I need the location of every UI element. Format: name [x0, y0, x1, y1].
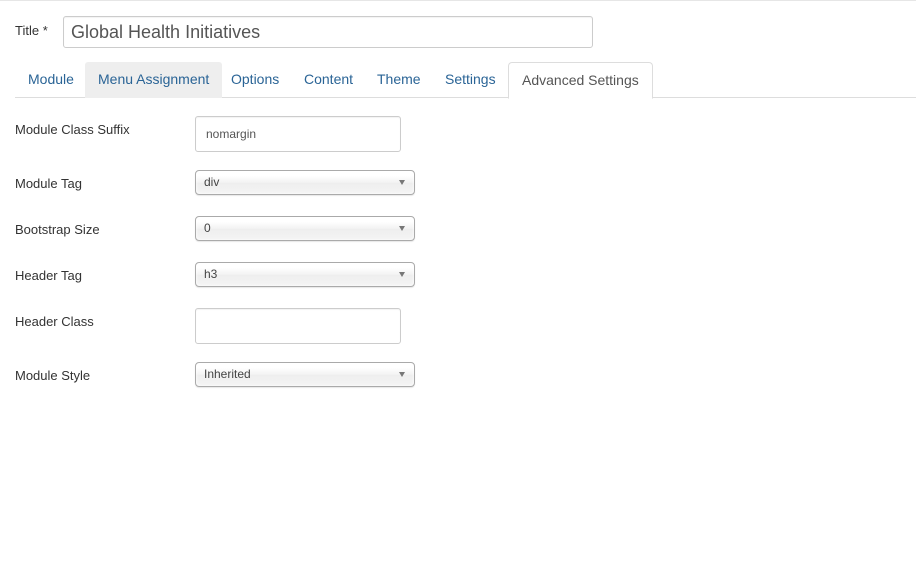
- bootstrap-size-label: Bootstrap Size: [15, 222, 100, 237]
- tab-module[interactable]: Module: [15, 62, 87, 98]
- module-tag-value: div: [204, 175, 220, 189]
- module-class-suffix-input[interactable]: [195, 116, 401, 152]
- chevron-down-icon: [399, 372, 405, 377]
- bootstrap-size-select[interactable]: 0: [195, 216, 415, 241]
- tab-theme[interactable]: Theme: [364, 62, 434, 98]
- header-tag-select[interactable]: h3: [195, 262, 415, 287]
- module-class-suffix-label: Module Class Suffix: [15, 122, 130, 137]
- tab-settings[interactable]: Settings: [432, 62, 509, 98]
- module-style-label: Module Style: [15, 368, 91, 383]
- header-class-label: Header Class: [15, 314, 94, 329]
- header-class-input[interactable]: [195, 308, 401, 344]
- tab-bar: Module Menu Assignment Options Content T…: [15, 62, 916, 99]
- chevron-down-icon: [399, 226, 405, 231]
- module-style-value: Inherited: [204, 367, 251, 381]
- tab-content[interactable]: Content: [291, 62, 366, 98]
- tab-menu-assignment[interactable]: Menu Assignment: [85, 62, 223, 98]
- chevron-down-icon: [399, 180, 405, 185]
- module-tag-select[interactable]: div: [195, 170, 415, 195]
- title-input[interactable]: [63, 16, 593, 48]
- chevron-down-icon: [399, 272, 405, 277]
- top-divider: [0, 0, 916, 1]
- header-tag-value: h3: [204, 267, 218, 281]
- bootstrap-size-value: 0: [204, 221, 211, 235]
- tab-advanced-settings[interactable]: Advanced Settings: [508, 62, 653, 99]
- module-tag-label: Module Tag: [15, 176, 82, 191]
- title-label: Title *: [15, 23, 48, 38]
- module-style-select[interactable]: Inherited: [195, 362, 415, 387]
- header-tag-label: Header Tag: [15, 268, 82, 283]
- tab-options[interactable]: Options: [218, 62, 292, 98]
- title-row: Title *: [15, 16, 615, 48]
